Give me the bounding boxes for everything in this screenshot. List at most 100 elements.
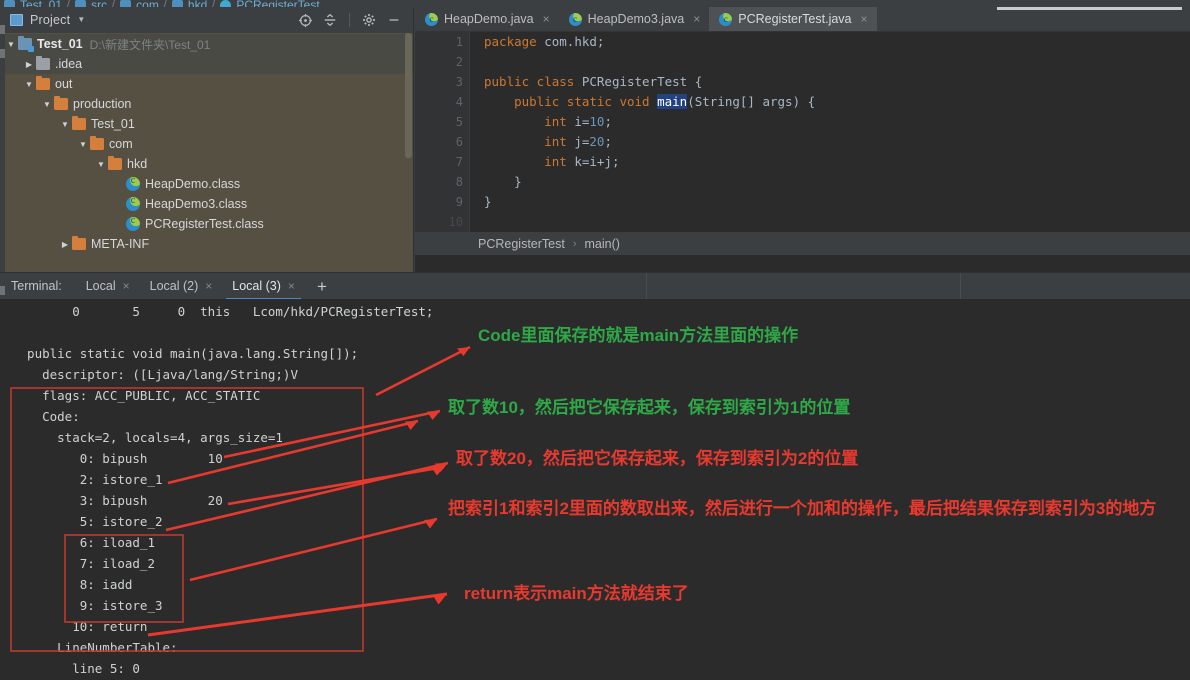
project-toolbar <box>294 10 413 30</box>
tree-node-label: Test_01 <box>37 37 83 51</box>
terminal-line: descriptor: ([Ljava/lang/String;)V <box>12 367 298 382</box>
folder-icon <box>54 95 68 110</box>
terminal-output: 0 5 0 this Lcom/hkd/PCRegisterTest; publ… <box>0 299 1190 679</box>
tree-node-label: .idea <box>55 57 83 71</box>
twisty-icon[interactable]: ▼ <box>94 160 108 169</box>
folder-icon <box>72 235 86 250</box>
breadcrumb-item[interactable]: com <box>136 0 159 7</box>
close-icon[interactable]: × <box>123 279 130 293</box>
java-file-icon <box>719 12 733 26</box>
breadcrumb-separator: / <box>112 0 116 7</box>
tree-node-out[interactable]: ▼ out <box>0 74 413 94</box>
new-terminal-tab-button[interactable]: + <box>305 278 339 295</box>
terminal-line: 9: istore_3 <box>12 598 163 613</box>
terminal-tab-local[interactable]: Local × <box>76 273 140 300</box>
code-line: int k=i+j; <box>544 154 620 169</box>
folder-icon <box>36 75 50 90</box>
twisty-icon[interactable]: ▶ <box>22 60 36 69</box>
ide-window: Test_01 / src / com / hkd / PCRegisterTe… <box>0 0 1190 680</box>
top-breadcrumb[interactable]: Test_01 / src / com / hkd / PCRegisterTe… <box>0 0 1190 7</box>
tree-node-label: META-INF <box>91 237 150 251</box>
editor-tab-heapdemo[interactable]: HeapDemo.java × <box>415 7 559 31</box>
breadcrumb-item[interactable]: Test_01 <box>20 0 62 7</box>
tree-node-com[interactable]: ▼ com <box>0 134 413 154</box>
breadcrumb-item[interactable]: PCRegisterTest <box>236 0 319 7</box>
code-line: int j=20; <box>544 134 612 149</box>
terminal-tab-label: Local <box>85 279 116 293</box>
code-line: public class PCRegisterTest { <box>484 74 703 89</box>
code-lines[interactable]: package com.hkd; public class PCRegister… <box>470 7 1190 232</box>
java-class-icon <box>126 215 140 231</box>
breadcrumb-class[interactable]: PCRegisterTest <box>478 237 565 251</box>
twisty-icon[interactable]: ▼ <box>40 100 54 109</box>
breadcrumb-class-icon <box>220 0 232 7</box>
folder-icon <box>72 115 86 130</box>
editor-tab-label: PCRegisterTest.java <box>738 12 852 26</box>
close-icon[interactable]: × <box>288 279 295 293</box>
twisty-icon[interactable]: ▼ <box>76 140 90 149</box>
tree-node-pcregistertest-class[interactable]: PCRegisterTest.class <box>0 214 413 234</box>
folder-icon <box>108 155 122 170</box>
terminal-line: 10: return <box>12 619 148 634</box>
strip-marker <box>0 286 5 295</box>
tree-node-path: D:\新建文件夹\Test_01 <box>89 37 211 52</box>
tree-node-production[interactable]: ▼ production <box>0 94 413 114</box>
terminal-tab-bar: Terminal: Local × Local (2) × Local (3) … <box>0 272 1190 300</box>
line-number: 4 <box>455 95 463 109</box>
locate-icon[interactable] <box>294 10 316 30</box>
tree-node-hkd[interactable]: ▼ hkd <box>0 154 413 174</box>
terminal-line: 0 5 0 this Lcom/hkd/PCRegisterTest; <box>12 304 434 319</box>
line-number: 1 <box>455 35 463 49</box>
line-number: 8 <box>455 175 463 189</box>
editor-tab-pcregistertest[interactable]: PCRegisterTest.java × <box>709 7 877 31</box>
tree-node-test01-out[interactable]: ▼ Test_01 <box>0 114 413 134</box>
line-number: 7 <box>455 155 463 169</box>
strip-marker <box>0 49 5 58</box>
project-tree[interactable]: ▼ Test_01 D:\新建文件夹\Test_01 ▶ .idea ▼ out… <box>0 33 413 272</box>
twisty-icon[interactable]: ▼ <box>58 120 72 129</box>
close-icon[interactable]: × <box>205 279 212 293</box>
terminal-tab-local-3[interactable]: Local (3) × <box>222 273 305 300</box>
terminal-line: stack=2, locals=4, args_size=1 <box>12 430 283 445</box>
breadcrumb-separator: › <box>572 237 577 250</box>
java-file-icon <box>568 12 582 26</box>
line-number: 10 <box>448 215 463 229</box>
close-icon[interactable]: × <box>693 12 700 26</box>
tree-node-label: production <box>73 97 132 111</box>
java-class-icon <box>126 175 140 191</box>
code-line: public static void main(String[] args) { <box>514 94 816 109</box>
terminal-output-panel[interactable]: 0 5 0 this Lcom/hkd/PCRegisterTest; publ… <box>0 299 1190 680</box>
breadcrumb-item[interactable]: src <box>91 0 107 7</box>
collapse-all-icon[interactable] <box>319 10 341 30</box>
tree-node-test01-root[interactable]: ▼ Test_01 D:\新建文件夹\Test_01 <box>0 34 413 54</box>
terminal-tab-local-2[interactable]: Local (2) × <box>140 273 223 300</box>
tree-node-idea[interactable]: ▶ .idea <box>0 54 413 74</box>
hide-panel-icon[interactable] <box>383 10 405 30</box>
tree-node-heapdemo-class[interactable]: HeapDemo.class <box>0 174 413 194</box>
project-tree-scrollbar[interactable] <box>405 33 412 158</box>
code-editor[interactable]: 1 2 3 4 5 6 7 8 9 10 package com.hkd; pu… <box>415 7 1190 232</box>
chevron-down-icon[interactable]: ▼ <box>77 16 85 24</box>
editor-tab-heapdemo3[interactable]: HeapDemo3.java × <box>559 7 710 31</box>
strip-marker <box>0 25 5 34</box>
twisty-icon[interactable]: ▼ <box>22 80 36 89</box>
project-panel-title[interactable]: Project <box>30 13 70 27</box>
project-panel: Project ▼ ▼ Test_01 D:\新建文件夹\Test_01 ▶ .… <box>0 7 414 272</box>
breadcrumb-module-icon <box>4 0 15 7</box>
close-icon[interactable]: × <box>543 12 550 26</box>
breadcrumb-separator: / <box>163 0 167 7</box>
tree-node-heapdemo3-class[interactable]: HeapDemo3.class <box>0 194 413 214</box>
tree-node-meta-inf[interactable]: ▶ META-INF <box>0 234 413 254</box>
terminal-line: 8: iadd <box>12 577 133 592</box>
java-file-icon <box>425 12 438 26</box>
breadcrumb-item[interactable]: hkd <box>188 0 207 7</box>
twisty-icon[interactable]: ▼ <box>4 40 18 49</box>
close-icon[interactable]: × <box>861 12 868 26</box>
breadcrumb-method[interactable]: main() <box>585 237 620 251</box>
settings-gear-icon[interactable] <box>358 10 380 30</box>
terminal-tab-label: Local (2) <box>149 279 199 293</box>
editor-gutter[interactable]: 1 2 3 4 5 6 7 8 9 10 <box>415 32 470 232</box>
breadcrumb-folder-icon <box>75 0 87 7</box>
tree-node-label: out <box>55 77 73 91</box>
twisty-icon[interactable]: ▶ <box>58 240 72 249</box>
